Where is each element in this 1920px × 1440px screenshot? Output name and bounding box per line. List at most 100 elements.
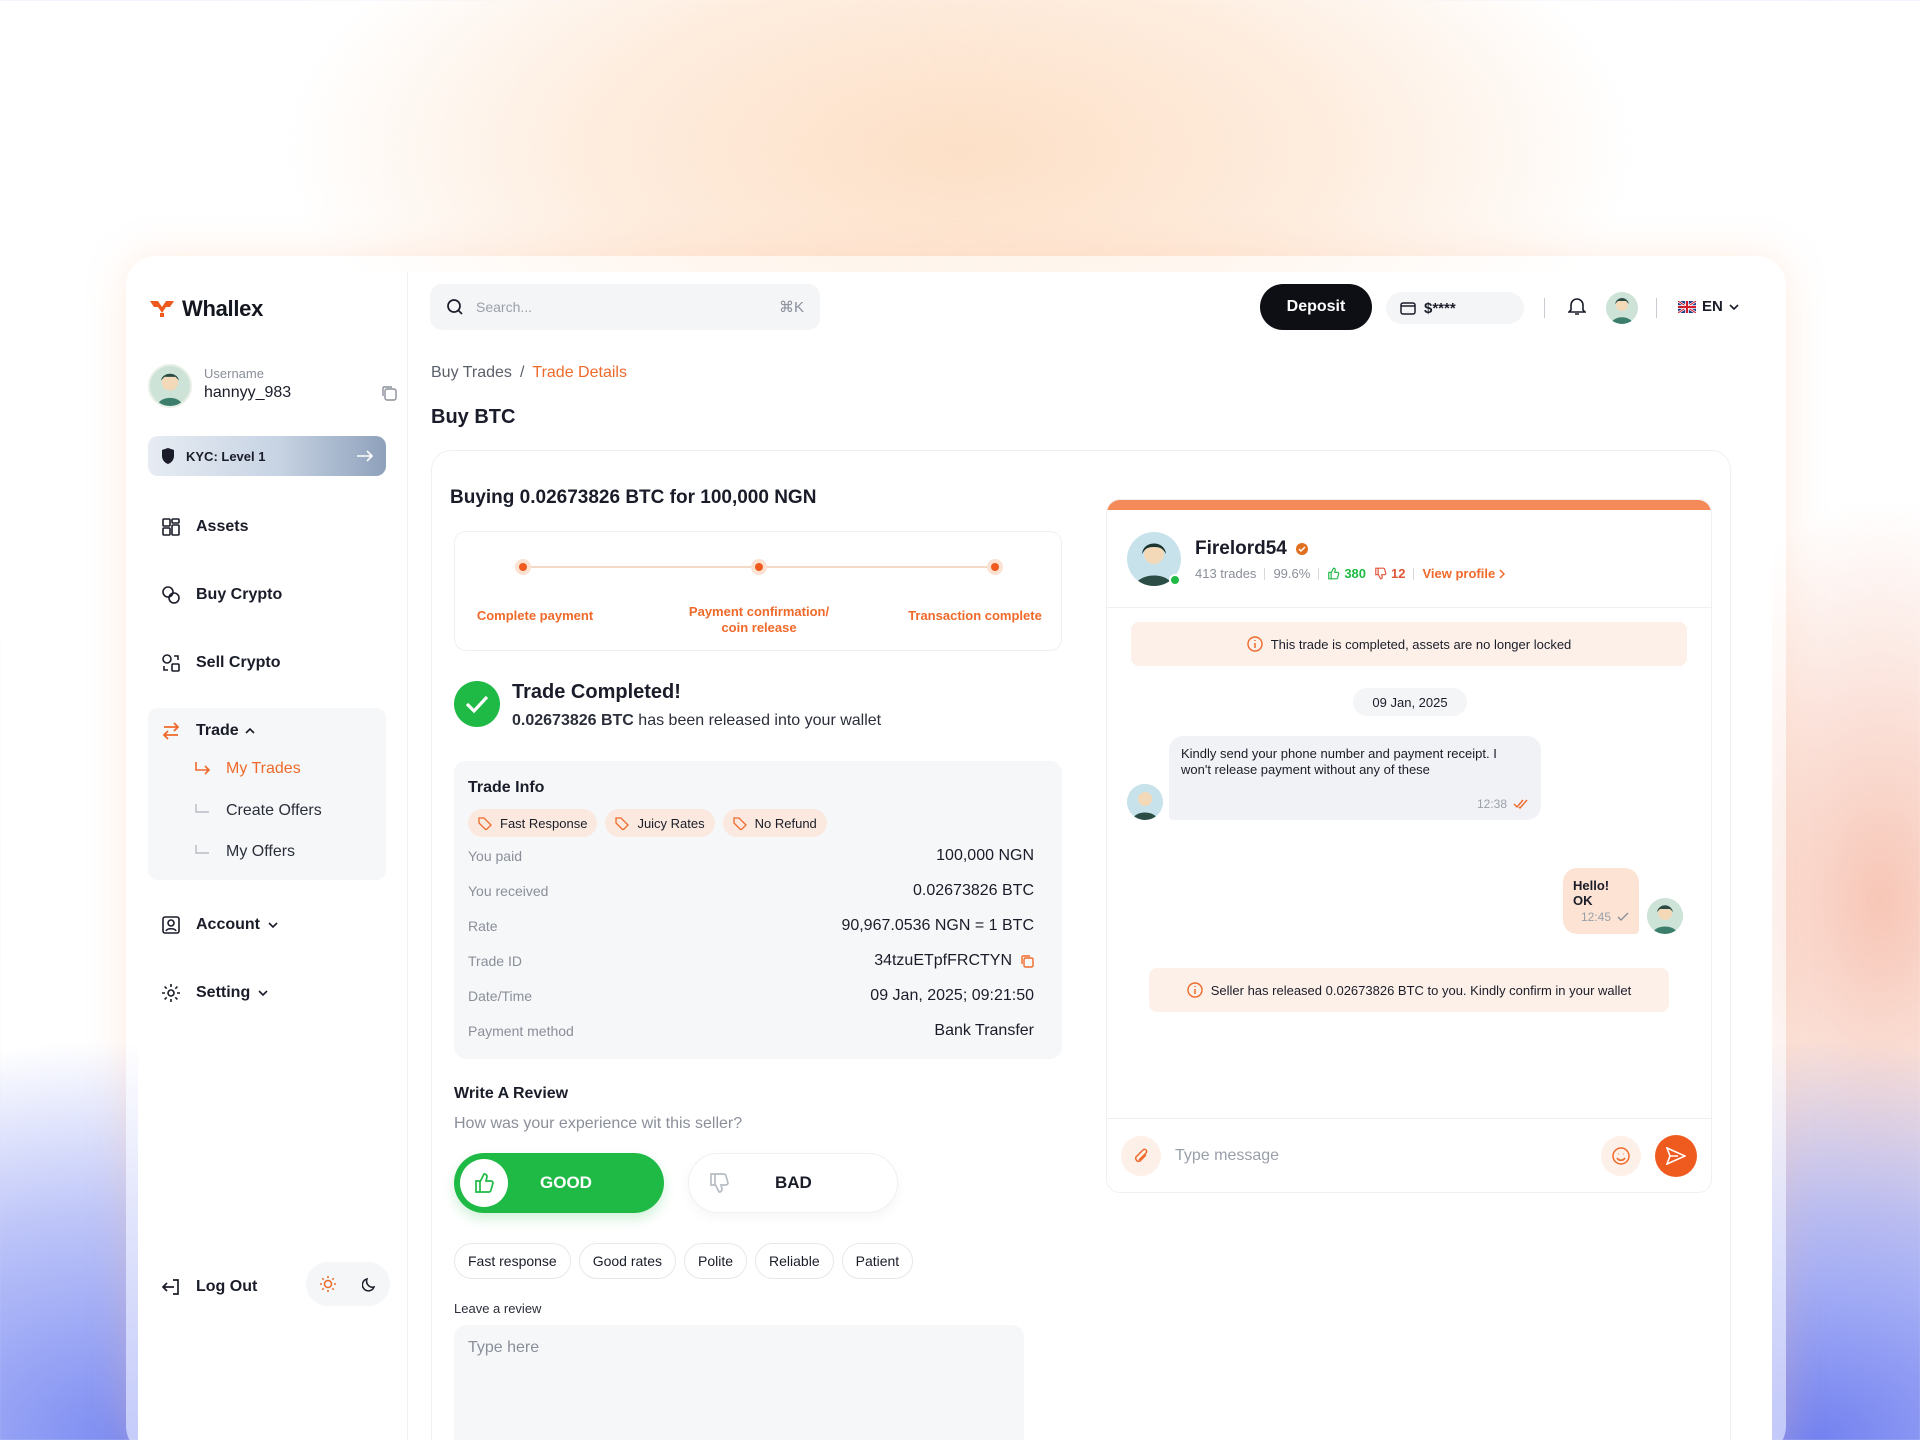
trade-info-title: Trade Info xyxy=(468,779,545,796)
search-input[interactable]: Search... xyxy=(476,299,767,315)
kyc-level: KYC: Level 1 xyxy=(186,448,266,464)
bad-label: BAD xyxy=(775,1173,812,1192)
uk-flag-icon xyxy=(1678,300,1696,313)
sidebar-item-label: Assets xyxy=(196,518,249,535)
outgoing-message: Hello! OK 12:45 xyxy=(1563,868,1639,934)
wallet-balance[interactable]: $**** xyxy=(1386,292,1524,324)
user-square-icon xyxy=(162,916,180,934)
review-chip[interactable]: Fast response xyxy=(454,1243,571,1279)
theme-toggle[interactable] xyxy=(306,1262,390,1306)
trade-card: Buying 0.02673826 BTC for 100,000 NGN Co… xyxy=(431,450,1731,1440)
step-label: Payment confirmation/ coin release xyxy=(688,604,830,635)
message-timestamp: 12:38 xyxy=(1476,797,1507,811)
tag-icon xyxy=(615,817,630,830)
app-window: Whallex Username hannyy_983 KYC: Level 1… xyxy=(138,272,1772,1440)
thumbs-up-icon xyxy=(1328,567,1340,580)
tag-icon xyxy=(732,817,747,830)
page-title: Buy BTC xyxy=(431,406,516,428)
copy-icon[interactable] xyxy=(1020,954,1034,968)
logout-button[interactable]: Log Out xyxy=(160,1276,257,1298)
info-row: You received 0.02673826 BTC xyxy=(468,882,1034,900)
good-button[interactable]: GOOD xyxy=(454,1153,664,1213)
kyc-banner[interactable]: KYC: Level 1 xyxy=(148,436,386,476)
step-dot xyxy=(751,559,767,575)
breadcrumb: Buy Trades / Trade Details xyxy=(431,364,627,382)
tag-label: No Refund xyxy=(754,815,817,831)
sidebar-item-account[interactable]: Account xyxy=(160,914,278,936)
tag-label: Juicy Rates xyxy=(637,815,705,831)
sidebar-item-label: My Trades xyxy=(226,760,301,777)
main-content: Search... ⌘K Deposit $**** EN Buy Trades… xyxy=(408,272,1772,1440)
info-key: Date/Time xyxy=(468,988,533,1004)
sidebar: Whallex Username hannyy_983 KYC: Level 1… xyxy=(138,272,408,1440)
sidebar-item-setting[interactable]: Setting xyxy=(160,982,268,1004)
language-label: EN xyxy=(1702,298,1723,315)
sidebar-item-trade[interactable]: Trade xyxy=(160,720,255,742)
double-check-icon xyxy=(1513,799,1528,809)
message-time: 12:45 xyxy=(1581,910,1629,924)
sidebar-item-my-trades[interactable]: My Trades xyxy=(194,760,301,778)
seller-name: Firelord54 xyxy=(1195,538,1309,560)
chevron-right-icon xyxy=(1499,568,1506,579)
review-chip[interactable]: Good rates xyxy=(578,1243,676,1279)
sidebar-item-sell-crypto[interactable]: Sell Crypto xyxy=(160,652,280,674)
review-question: How was your experience wit this seller? xyxy=(454,1115,743,1132)
review-chips: Fast response Good rates Polite Reliable… xyxy=(454,1243,914,1279)
copy-icon[interactable] xyxy=(380,384,398,402)
review-chip[interactable]: Patient xyxy=(841,1243,914,1279)
trade-completed: Trade Completed! 0.02673826 BTC has been… xyxy=(454,681,881,730)
review-chip[interactable]: Reliable xyxy=(755,1243,834,1279)
search-icon xyxy=(447,299,463,315)
info-value: 100,000 NGN xyxy=(936,847,1034,864)
emoji-button[interactable] xyxy=(1601,1135,1641,1176)
sidebar-item-create-offers[interactable]: Create Offers xyxy=(194,802,322,820)
dislikes: 12 xyxy=(1374,566,1405,581)
corner-arrow-icon xyxy=(195,845,209,854)
logo[interactable]: Whallex xyxy=(150,296,263,322)
deposit-button[interactable]: Deposit xyxy=(1260,284,1372,330)
message-text: Hello! OK xyxy=(1573,878,1610,908)
likes-count: 380 xyxy=(1344,566,1367,581)
verified-badge-icon xyxy=(1295,543,1308,555)
info-value: 09 Jan, 2025; 09:21:50 xyxy=(870,987,1034,1004)
tag: Juicy Rates xyxy=(605,809,715,837)
completed-text: has been released into your wallet xyxy=(633,712,882,729)
check-icon xyxy=(1617,912,1629,921)
send-button[interactable] xyxy=(1655,1134,1697,1177)
language-selector[interactable]: EN xyxy=(1678,298,1739,315)
message-text: Kindly send your phone number and paymen… xyxy=(1181,746,1497,777)
search-bar[interactable]: Search... ⌘K xyxy=(430,284,820,330)
moon-icon[interactable] xyxy=(361,1276,378,1292)
sidebar-item-buy-crypto[interactable]: Buy Crypto xyxy=(160,584,282,606)
user-profile[interactable]: Username hannyy_983 xyxy=(148,362,398,412)
message-input[interactable]: Type message xyxy=(1175,1147,1587,1165)
sun-icon[interactable] xyxy=(319,1275,337,1293)
completed-message: 0.02673826 BTC has been released into yo… xyxy=(512,712,881,730)
logout-label: Log Out xyxy=(196,1278,258,1295)
breadcrumb-parent[interactable]: Buy Trades xyxy=(431,364,512,382)
bell-icon[interactable] xyxy=(1568,296,1586,316)
chevron-up-icon xyxy=(245,727,255,734)
thumbs-down-icon xyxy=(695,1159,743,1207)
divider xyxy=(1413,567,1415,580)
likes: 380 xyxy=(1327,566,1366,581)
sidebar-item-my-offers[interactable]: My Offers xyxy=(194,843,295,861)
sidebar-item-label: Trade xyxy=(196,722,239,739)
sidebar-item-assets[interactable]: Assets xyxy=(160,516,248,538)
view-profile-link[interactable]: View profile xyxy=(1422,566,1506,581)
thumbs-down-icon xyxy=(1375,567,1387,580)
review-chip[interactable]: Polite xyxy=(683,1243,748,1279)
completed-title: Trade Completed! xyxy=(512,681,681,703)
logout-icon xyxy=(161,1279,179,1295)
chevron-down-icon xyxy=(258,990,268,997)
date-separator: 09 Jan, 2025 xyxy=(1353,688,1467,716)
bad-button[interactable]: BAD xyxy=(688,1153,898,1213)
info-key: You paid xyxy=(468,848,522,864)
seller-rating: 99.6% xyxy=(1273,566,1311,581)
trade-info: Trade Info Fast Response Juicy Rates No … xyxy=(454,761,1062,1059)
avatar[interactable] xyxy=(148,364,192,408)
review-textarea[interactable]: Type here xyxy=(454,1325,1024,1440)
seller-stats: 413 trades 99.6% 380 12 View profile xyxy=(1195,566,1506,581)
avatar[interactable] xyxy=(1606,292,1638,324)
attach-button[interactable] xyxy=(1121,1135,1161,1176)
